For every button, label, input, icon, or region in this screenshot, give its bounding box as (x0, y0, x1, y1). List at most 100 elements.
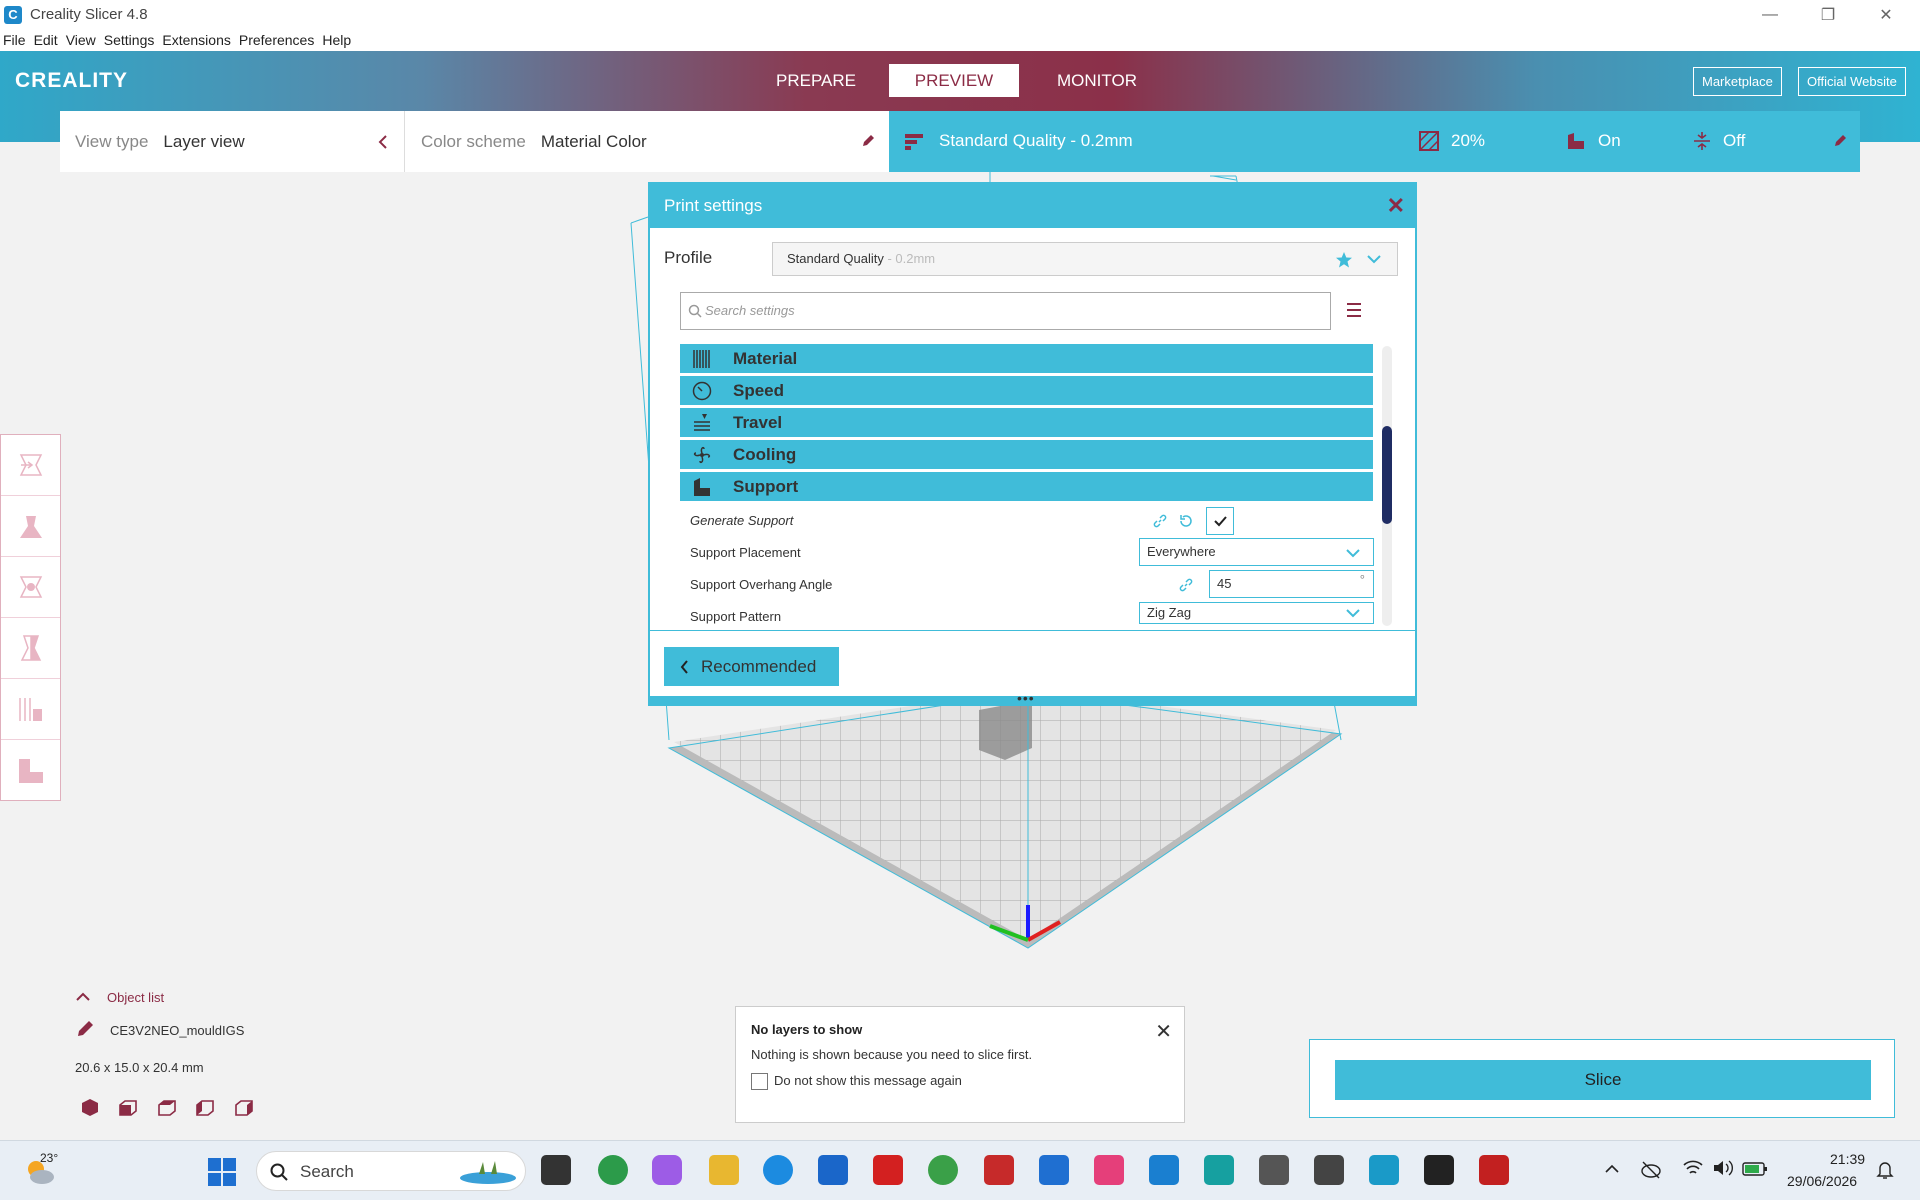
menu-bar: File Edit View Settings Extensions Prefe… (0, 29, 1920, 51)
file-explorer-icon[interactable] (709, 1155, 739, 1185)
marketplace-button[interactable]: Marketplace (1693, 67, 1782, 96)
vscode-icon[interactable] (1149, 1155, 1179, 1185)
search-placeholder: Search settings (705, 303, 795, 318)
app-icon: C (4, 5, 22, 24)
tool-sidebar (0, 434, 61, 801)
affinity-icon[interactable] (1424, 1155, 1454, 1185)
category-speed-label: Speed (733, 381, 785, 400)
print-settings-panel: Print settings ✕ Profile Standard Qualit… (648, 182, 1417, 706)
clock-time[interactable]: 21:39 (1830, 1151, 1865, 1167)
outlook-icon[interactable] (1039, 1155, 1069, 1185)
search-highlight-icon (460, 1161, 516, 1184)
support-overhang-angle-input[interactable]: 45 ° (1209, 570, 1374, 598)
wifi-icon[interactable] (1682, 1159, 1704, 1177)
menu-edit[interactable]: Edit (34, 32, 58, 48)
category-cooling-label: Cooling (733, 445, 797, 464)
menu-icon[interactable] (1346, 300, 1362, 320)
reset-icon[interactable] (1178, 513, 1194, 529)
notification-icon[interactable] (1876, 1161, 1894, 1181)
category-material-label: Material (733, 349, 798, 368)
menu-extensions[interactable]: Extensions (162, 32, 230, 48)
slice-button[interactable]: Slice (1335, 1060, 1871, 1100)
per-model-settings-icon (18, 698, 42, 721)
category-speed[interactable]: Speed (680, 376, 1373, 405)
view-right-icon[interactable] (233, 1096, 255, 1118)
tab-monitor[interactable]: MONITOR (1032, 64, 1162, 97)
clock-date[interactable]: 29/06/2026 (1787, 1173, 1857, 1189)
support-overhang-angle-value: 45 (1217, 576, 1232, 591)
close-window-button[interactable]: ✕ (1858, 0, 1914, 29)
rotate-tool[interactable] (1, 557, 60, 618)
category-material[interactable]: Material (680, 344, 1373, 373)
speedometer-icon (692, 381, 712, 401)
store-icon[interactable] (818, 1155, 848, 1185)
resize-handle[interactable]: ••• (648, 690, 1417, 706)
close-icon[interactable]: ✕ (1155, 1019, 1172, 1044)
task-view-icon[interactable] (541, 1155, 571, 1185)
generate-support-checkbox[interactable] (1206, 507, 1234, 535)
menu-file[interactable]: File (3, 32, 26, 48)
message-title: No layers to show (751, 1022, 863, 1037)
copilot-icon[interactable] (652, 1155, 682, 1185)
category-support[interactable]: Support (680, 472, 1373, 501)
slack-icon[interactable] (1094, 1155, 1124, 1185)
category-cooling[interactable]: Cooling (680, 440, 1373, 469)
search-input[interactable]: Search settings (680, 292, 1331, 330)
acrobat-icon[interactable] (984, 1155, 1014, 1185)
chevron-up-icon[interactable] (76, 992, 90, 1002)
profile-dropdown[interactable]: Standard Quality - 0.2mm (772, 242, 1398, 276)
scrollbar-thumb[interactable] (1382, 426, 1392, 524)
view-left-icon[interactable] (194, 1096, 216, 1118)
tab-prepare[interactable]: PREPARE (751, 64, 881, 97)
view-front-icon[interactable] (117, 1096, 139, 1118)
chevron-down-icon[interactable] (1367, 254, 1381, 264)
view-top-icon[interactable] (156, 1096, 178, 1118)
support-blocker-icon (18, 758, 43, 783)
chrome-profile-icon[interactable] (928, 1155, 958, 1185)
windows-start-icon[interactable] (207, 1157, 237, 1187)
degree-unit: ° (1359, 572, 1365, 587)
menu-preferences[interactable]: Preferences (239, 32, 314, 48)
volume-icon[interactable] (1712, 1159, 1734, 1177)
support-pattern-value: Zig Zag (1147, 605, 1192, 620)
arduino-icon[interactable] (1204, 1155, 1234, 1185)
pencil-icon[interactable] (76, 1020, 94, 1038)
inkscape-icon[interactable] (1314, 1155, 1344, 1185)
camera-icon[interactable] (1259, 1155, 1289, 1185)
support-pattern-dropdown[interactable]: Zig Zag (1139, 602, 1374, 624)
view-3d-icon[interactable] (79, 1096, 101, 1118)
support-blocker-tool[interactable] (1, 740, 60, 801)
minimize-button[interactable]: — (1742, 0, 1798, 29)
taskbar-search[interactable]: Search (256, 1151, 526, 1191)
settings-scrollbar[interactable] (1382, 346, 1392, 626)
solidworks-icon[interactable] (1479, 1155, 1509, 1185)
app-l-icon[interactable] (873, 1155, 903, 1185)
tab-preview[interactable]: PREVIEW (889, 64, 1019, 97)
creality-slicer-icon[interactable] (1369, 1155, 1399, 1185)
scale-tool[interactable] (1, 496, 60, 557)
edge-icon[interactable] (763, 1155, 793, 1185)
move-tool[interactable] (1, 435, 60, 496)
support-category-icon (694, 478, 710, 496)
onedrive-icon[interactable] (1640, 1159, 1662, 1179)
category-travel[interactable]: Travel (680, 408, 1373, 437)
dont-show-checkbox[interactable] (751, 1073, 768, 1090)
mirror-tool[interactable] (1, 618, 60, 679)
star-icon[interactable] (1335, 251, 1353, 269)
battery-icon[interactable] (1742, 1161, 1768, 1177)
recommended-button[interactable]: Recommended (664, 647, 839, 686)
chevron-up-icon[interactable] (1605, 1164, 1619, 1174)
model-object[interactable] (979, 700, 1032, 760)
menu-help[interactable]: Help (322, 32, 351, 48)
window-title: Creality Slicer 4.8 (30, 6, 148, 23)
support-placement-dropdown[interactable]: Everywhere (1139, 538, 1374, 566)
restore-button[interactable]: ❐ (1800, 0, 1856, 29)
chrome-icon[interactable] (598, 1155, 628, 1185)
object-list-title[interactable]: Object list (107, 990, 164, 1005)
profile-suffix: - 0.2mm (883, 251, 936, 266)
per-model-settings-tool[interactable] (1, 679, 60, 740)
official-website-button[interactable]: Official Website (1798, 67, 1906, 96)
menu-view[interactable]: View (66, 32, 96, 48)
close-icon[interactable]: ✕ (1387, 184, 1405, 228)
menu-settings[interactable]: Settings (104, 32, 155, 48)
